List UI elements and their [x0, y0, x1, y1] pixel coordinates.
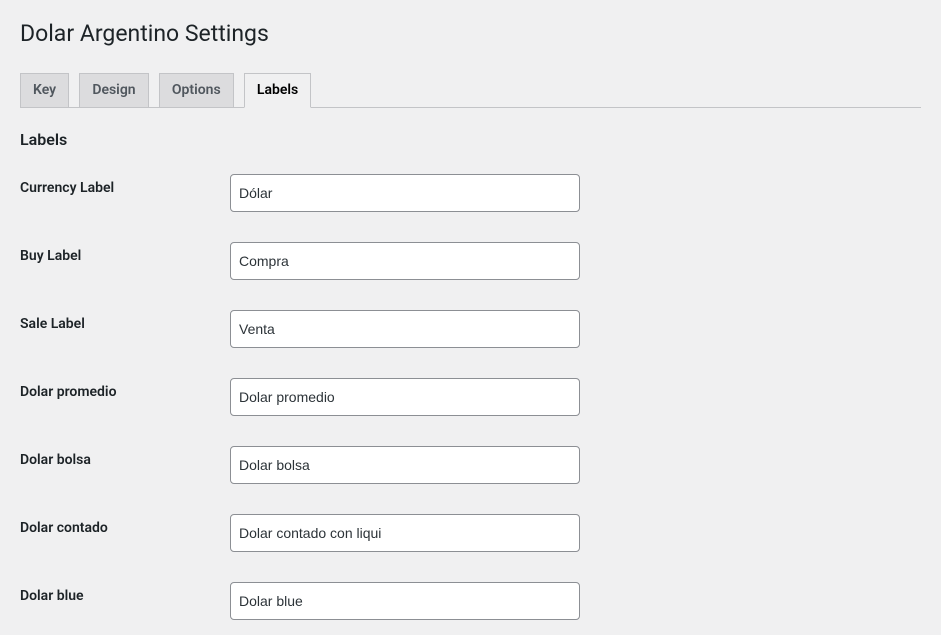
tab-nav: Key Design Options Labels [20, 63, 921, 108]
buy-label-th: Buy Label [20, 227, 220, 295]
tab-options[interactable]: Options [159, 73, 234, 107]
dolar-contado-input[interactable] [230, 514, 580, 552]
sale-label-input[interactable] [230, 310, 580, 348]
settings-wrap: Dolar Argentino Settings Key Design Opti… [0, 0, 941, 635]
dolar-blue-input[interactable] [230, 582, 580, 620]
page-title: Dolar Argentino Settings [20, 10, 921, 63]
currency-label-th: Currency Label [20, 159, 220, 227]
dolar-promedio-th: Dolar promedio [20, 363, 220, 431]
tab-design[interactable]: Design [79, 73, 148, 107]
labels-form-table: Currency Label Buy Label Sale Label Dola… [20, 159, 921, 635]
sale-label-th: Sale Label [20, 295, 220, 363]
buy-label-input[interactable] [230, 242, 580, 280]
tab-key[interactable]: Key [20, 73, 69, 107]
dolar-bolsa-input[interactable] [230, 446, 580, 484]
dolar-bolsa-th: Dolar bolsa [20, 431, 220, 499]
currency-label-input[interactable] [230, 174, 580, 212]
tab-labels[interactable]: Labels [244, 73, 311, 108]
section-title: Labels [20, 130, 921, 149]
dolar-promedio-input[interactable] [230, 378, 580, 416]
dolar-blue-th: Dolar blue [20, 567, 220, 635]
dolar-contado-th: Dolar contado [20, 499, 220, 567]
